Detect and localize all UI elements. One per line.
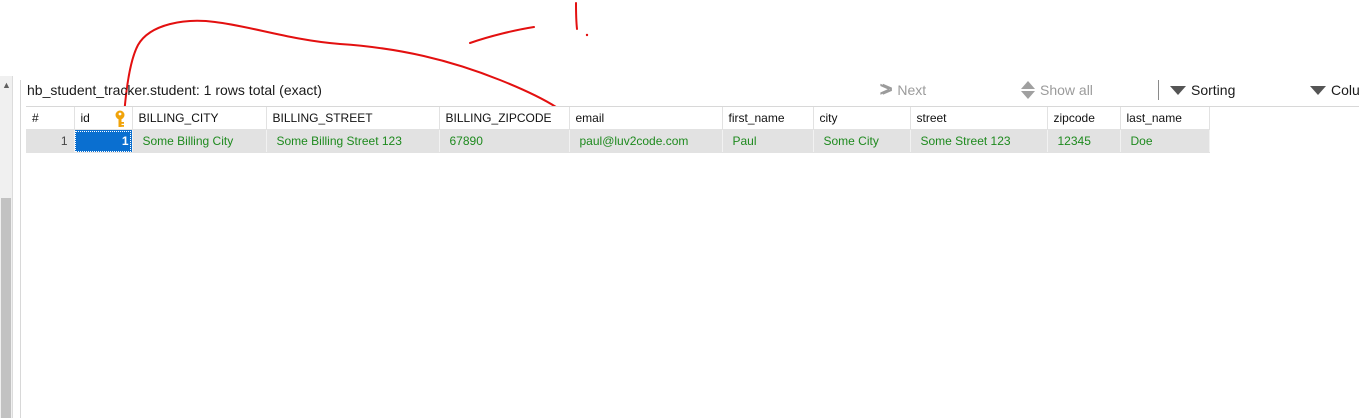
toolbar-separator xyxy=(1158,80,1159,100)
triangle-down-icon xyxy=(1170,85,1186,95)
column-header-billing-zipcode[interactable]: BILLING_ZIPCODE xyxy=(439,107,570,130)
scrollbar-thumb[interactable] xyxy=(1,198,11,418)
data-table[interactable]: # id BILLING_CITY BILLING_STREET BILLING… xyxy=(26,107,1210,153)
row-number-cell[interactable]: 1 xyxy=(26,129,75,153)
show-all-button[interactable]: Show all xyxy=(1021,78,1093,102)
annotation-exclamation-stroke xyxy=(575,2,578,30)
id-cell[interactable]: 1 xyxy=(74,129,133,153)
column-header-zipcode[interactable]: zipcode xyxy=(1047,107,1121,130)
column-header-city[interactable]: city xyxy=(813,107,911,130)
result-grid[interactable]: # id BILLING_CITY BILLING_STREET BILLING… xyxy=(26,106,1359,419)
table-title: hb_student_tracker.student: 1 rows total… xyxy=(27,82,322,98)
triangle-down-icon xyxy=(1310,85,1326,95)
result-toolbar: hb_student_tracker.student: 1 rows total… xyxy=(26,78,1359,104)
key-icon xyxy=(115,110,124,127)
column-header-billing-city[interactable]: BILLING_CITY xyxy=(132,107,267,130)
up-down-arrows-icon xyxy=(1021,81,1035,99)
columns-button[interactable]: Colu xyxy=(1310,78,1359,102)
column-header-id-label: id xyxy=(80,111,90,125)
first-name-cell[interactable]: Paul xyxy=(722,129,814,153)
billing-city-cell[interactable]: Some Billing City xyxy=(132,129,267,153)
last-name-cell[interactable]: Doe xyxy=(1120,129,1210,153)
columns-label: Colu xyxy=(1331,82,1359,98)
left-scrollbar[interactable]: ▲ xyxy=(0,76,13,418)
column-header-street[interactable]: street xyxy=(910,107,1048,130)
header-row: # id BILLING_CITY BILLING_STREET BILLING… xyxy=(26,107,1210,130)
billing-street-cell[interactable]: Some Billing Street 123 xyxy=(266,129,440,153)
scroll-up-arrow-icon[interactable]: ▲ xyxy=(2,80,11,90)
sorting-label: Sorting xyxy=(1191,82,1236,98)
panel-divider xyxy=(20,80,21,418)
email-cell[interactable]: paul@luv2code.com xyxy=(569,129,723,153)
column-header-last-name[interactable]: last_name xyxy=(1120,107,1210,130)
next-label: Next xyxy=(897,82,927,98)
city-cell[interactable]: Some City xyxy=(813,129,911,153)
column-header-id[interactable]: id xyxy=(74,107,133,130)
column-header-first-name[interactable]: first_name xyxy=(722,107,814,130)
sorting-button[interactable]: Sorting xyxy=(1170,78,1235,102)
billing-zipcode-cell[interactable]: 67890 xyxy=(439,129,570,153)
zipcode-cell[interactable]: 12345 xyxy=(1047,129,1121,153)
column-header-rownum[interactable]: # xyxy=(26,107,75,130)
annotation-dash-stroke xyxy=(469,26,535,44)
double-chevron-right-icon: >> xyxy=(879,78,893,101)
street-cell[interactable]: Some Street 123 xyxy=(910,129,1048,153)
annotation-exclamation-dot xyxy=(585,33,589,37)
column-header-email[interactable]: email xyxy=(569,107,723,130)
column-header-billing-street[interactable]: BILLING_STREET xyxy=(266,107,440,130)
show-all-label: Show all xyxy=(1040,82,1093,98)
next-button[interactable]: >> Next xyxy=(879,78,926,102)
table-row[interactable]: 1 1 Some Billing City Some Billing Stree… xyxy=(26,129,1210,153)
